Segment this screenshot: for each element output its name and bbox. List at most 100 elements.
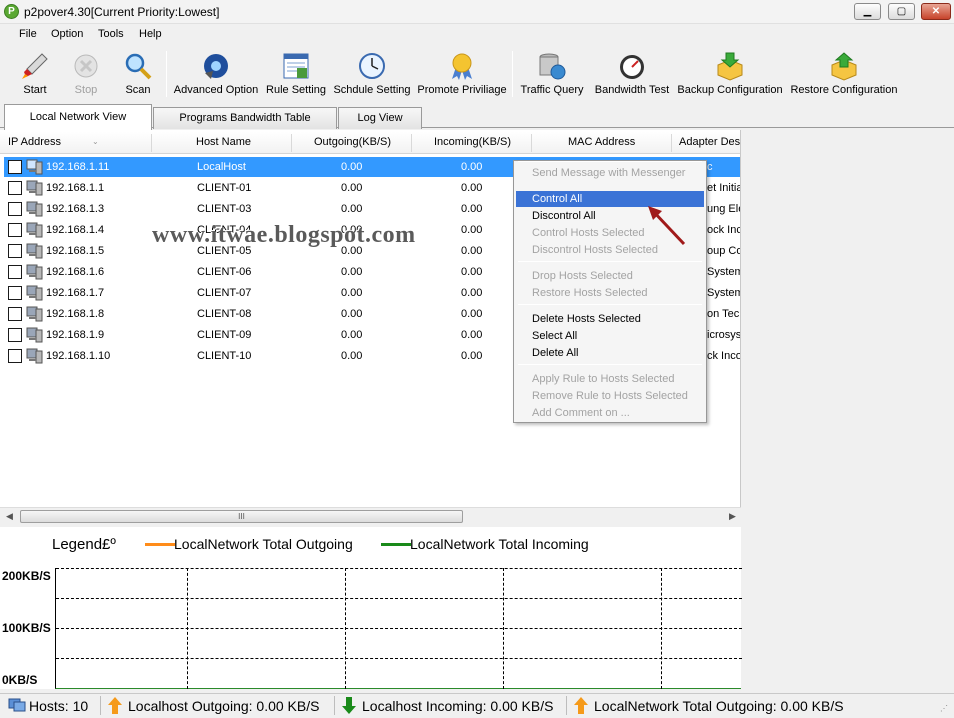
cell-host: CLIENT-08 bbox=[197, 308, 252, 320]
column-divider[interactable] bbox=[291, 134, 292, 152]
menu-help[interactable]: Help bbox=[139, 28, 162, 40]
column-divider[interactable] bbox=[531, 134, 532, 152]
computer-icon bbox=[26, 348, 43, 364]
column-host-name[interactable]: Host Name bbox=[196, 136, 251, 148]
cell-incoming: 0.00 bbox=[461, 329, 483, 341]
menu-item-add-comment-on[interactable]: Add Comment on ... bbox=[514, 405, 706, 421]
menu-item-send-message-with-messenger[interactable]: Send Message with Messenger bbox=[514, 165, 706, 181]
bandwidth-graph: Legend£º LocalNetwork Total Outgoing Loc… bbox=[0, 527, 742, 689]
tab-log-view[interactable]: Log View bbox=[338, 107, 422, 129]
host-list-header: IP Address ⌄ Host Name Outgoing(KB/S) In… bbox=[0, 132, 740, 154]
start-label: Start bbox=[23, 84, 47, 96]
row-checkbox[interactable] bbox=[8, 307, 22, 321]
graph-plot-area bbox=[55, 568, 742, 689]
computer-icon bbox=[26, 243, 43, 259]
cell-incoming: 0.00 bbox=[461, 161, 483, 173]
row-checkbox[interactable] bbox=[8, 328, 22, 342]
column-divider[interactable] bbox=[671, 134, 672, 152]
menu-tools[interactable]: Tools bbox=[98, 28, 124, 40]
scrollbar-thumb[interactable]: III bbox=[20, 510, 463, 523]
backup-configuration-button[interactable]: Backup Configuration bbox=[676, 47, 784, 101]
speedometer-icon bbox=[617, 51, 647, 81]
cell-outgoing: 0.00 bbox=[341, 266, 363, 278]
sort-arrow-icon: ⌄ bbox=[92, 137, 99, 146]
cell-host: CLIENT-10 bbox=[197, 350, 252, 362]
rule-setting-button[interactable]: Rule Setting bbox=[264, 47, 328, 101]
start-button[interactable]: Start bbox=[12, 47, 58, 101]
minimize-button[interactable]: ▁ bbox=[854, 3, 881, 20]
row-checkbox[interactable] bbox=[8, 244, 22, 258]
column-adapter-desc[interactable]: Adapter Desc bbox=[679, 136, 740, 148]
network-total-outgoing: LocalNetwork Total Outgoing: 0.00 KB/S bbox=[594, 698, 844, 714]
promote-privilege-label: Promote Priviliage bbox=[417, 84, 507, 96]
legend-incoming: LocalNetwork Total Incoming bbox=[410, 536, 589, 552]
cell-host: CLIENT-07 bbox=[197, 287, 252, 299]
magnifier-icon bbox=[123, 51, 153, 81]
menu-file[interactable]: File bbox=[19, 28, 37, 40]
bandwidth-test-button[interactable]: Bandwidth Test bbox=[592, 47, 672, 101]
cell-host: LocalHost bbox=[197, 161, 246, 173]
cell-ip: 192.168.1.8 bbox=[46, 308, 105, 320]
grid-line bbox=[56, 628, 742, 629]
grid-line bbox=[56, 568, 742, 569]
menu-separator bbox=[518, 364, 702, 365]
stop-button[interactable]: Stop bbox=[64, 47, 108, 101]
traffic-query-button[interactable]: Traffic Query bbox=[518, 47, 586, 101]
cell-outgoing: 0.00 bbox=[341, 329, 363, 341]
watermark-text: www.itwae.blogspot.com bbox=[152, 222, 416, 248]
menu-item-restore-hosts-selected[interactable]: Restore Hosts Selected bbox=[514, 285, 706, 301]
column-mac-address[interactable]: MAC Address bbox=[568, 136, 635, 148]
scroll-left-arrow-icon[interactable]: ◀ bbox=[6, 511, 13, 522]
maximize-button[interactable]: ▢ bbox=[888, 3, 915, 20]
column-ip-address[interactable]: IP Address bbox=[8, 136, 61, 148]
cell-ip: 192.168.1.10 bbox=[46, 350, 111, 362]
stop-icon bbox=[71, 51, 101, 81]
resize-grip-icon[interactable]: ⋰ bbox=[940, 704, 948, 713]
promote-privilege-button[interactable]: Promote Priviliage bbox=[416, 47, 508, 101]
legend-swatch-outgoing bbox=[145, 543, 175, 546]
restore-configuration-button[interactable]: Restore Configuration bbox=[788, 47, 900, 101]
menu-separator bbox=[518, 261, 702, 262]
menu-item-delete-hosts-selected[interactable]: Delete Hosts Selected bbox=[514, 311, 706, 327]
row-checkbox[interactable] bbox=[8, 181, 22, 195]
cell-host: CLIENT-09 bbox=[197, 329, 252, 341]
cell-incoming: 0.00 bbox=[461, 266, 483, 278]
computer-icon bbox=[26, 222, 43, 238]
menu-item-select-all[interactable]: Select All bbox=[514, 328, 706, 344]
cell-incoming: 0.00 bbox=[461, 203, 483, 215]
cell-outgoing: 0.00 bbox=[341, 203, 363, 215]
row-checkbox[interactable] bbox=[8, 202, 22, 216]
column-outgoing[interactable]: Outgoing(KB/S) bbox=[314, 136, 391, 148]
cell-ip: 192.168.1.9 bbox=[46, 329, 105, 341]
tab-local-network-view[interactable]: Local Network View bbox=[4, 104, 152, 130]
menu-item-remove-rule-to-hosts-selected[interactable]: Remove Rule to Hosts Selected bbox=[514, 388, 706, 404]
rule-setting-label: Rule Setting bbox=[266, 84, 326, 96]
column-divider[interactable] bbox=[151, 134, 152, 152]
cell-outgoing: 0.00 bbox=[341, 287, 363, 299]
advanced-option-button[interactable]: Advanced Option bbox=[172, 47, 260, 101]
hosts-count: Hosts: 10 bbox=[29, 698, 89, 714]
y-axis-label-top: 200KB/S bbox=[2, 569, 51, 583]
row-checkbox[interactable] bbox=[8, 286, 22, 300]
row-checkbox[interactable] bbox=[8, 265, 22, 279]
schedule-setting-label: Schdule Setting bbox=[333, 84, 411, 96]
grid-line bbox=[56, 598, 742, 599]
computer-icon bbox=[26, 264, 43, 280]
row-checkbox[interactable] bbox=[8, 223, 22, 237]
scroll-right-arrow-icon[interactable]: ▶ bbox=[729, 511, 736, 522]
cell-host: CLIENT-06 bbox=[197, 266, 252, 278]
row-checkbox[interactable] bbox=[8, 160, 22, 174]
menu-item-apply-rule-to-hosts-selected[interactable]: Apply Rule to Hosts Selected bbox=[514, 371, 706, 387]
schedule-setting-button[interactable]: Schdule Setting bbox=[333, 47, 411, 101]
column-incoming[interactable]: Incoming(KB/S) bbox=[434, 136, 511, 148]
column-divider[interactable] bbox=[411, 134, 412, 152]
horizontal-scrollbar[interactable]: ◀ III ▶ bbox=[0, 507, 741, 524]
row-checkbox[interactable] bbox=[8, 349, 22, 363]
close-button[interactable]: ✕ bbox=[921, 3, 951, 20]
menu-item-delete-all[interactable]: Delete All bbox=[514, 345, 706, 361]
menu-option[interactable]: Option bbox=[51, 28, 83, 40]
title-bar: P p2pover4.30[Current Priority:Lowest] ▁… bbox=[0, 0, 954, 24]
tab-programs-bandwidth-table[interactable]: Programs Bandwidth Table bbox=[153, 107, 337, 129]
scan-button[interactable]: Scan bbox=[116, 47, 160, 101]
menu-item-drop-hosts-selected[interactable]: Drop Hosts Selected bbox=[514, 268, 706, 284]
